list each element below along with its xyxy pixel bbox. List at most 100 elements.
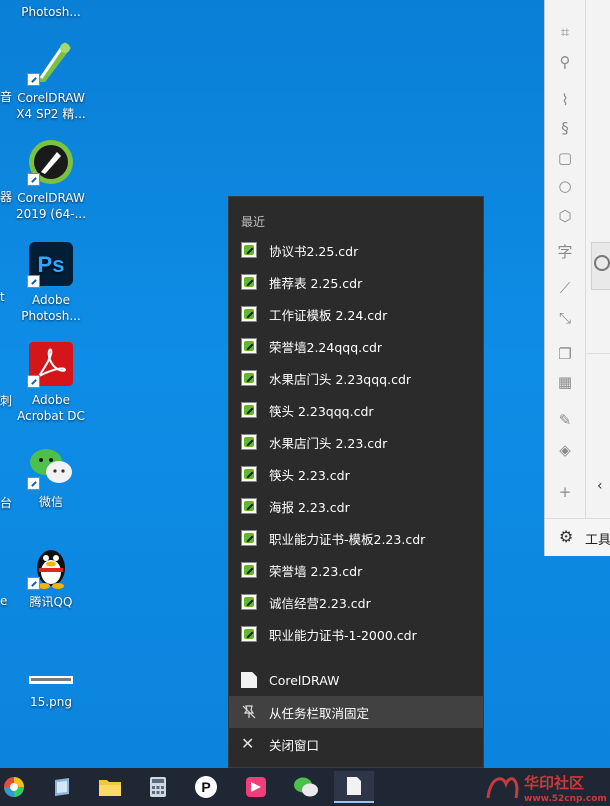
shortcut-arrow-icon	[27, 477, 40, 490]
desktop-icon-label: Photosh...	[21, 5, 81, 19]
zoom-tool-icon[interactable]: ⚲	[555, 52, 575, 72]
close-icon: ✕	[241, 734, 255, 753]
recent-file-item[interactable]: 水果店门头 2.23qqq.cdr	[229, 362, 483, 394]
docker-icon	[594, 255, 610, 271]
p-app-icon: P	[195, 776, 217, 798]
docker-tab[interactable]	[591, 242, 610, 290]
edge-label: t	[0, 290, 5, 304]
recent-file-item[interactable]: 推荐表 2.25.cdr	[229, 266, 483, 298]
wechat-icon	[294, 777, 318, 797]
cdr-file-icon	[241, 466, 257, 482]
desktop-icon-label: CorelDRAW	[17, 91, 85, 105]
desktop-icon-acrobat[interactable]: Adobe Acrobat DC	[12, 340, 90, 424]
svg-text:华印社区: 华印社区	[524, 774, 584, 792]
cdr-file-icon	[241, 434, 257, 450]
fill-tool-icon[interactable]: ◈	[555, 440, 575, 460]
cdr-file-icon	[241, 370, 257, 386]
unpin-from-taskbar-item[interactable]: 从任务栏取消固定	[229, 696, 483, 728]
desktop-icon-label: 2019 (64-...	[15, 207, 87, 221]
document-icon	[347, 777, 361, 795]
cdr-file-icon	[241, 274, 257, 290]
shortcut-arrow-icon	[27, 275, 40, 288]
desktop-icon-coreldraw-2019[interactable]: CorelDRAW 2019 (64-...	[12, 138, 90, 222]
edge-label: 台	[0, 496, 13, 510]
coreldraw-2019-icon	[27, 138, 75, 186]
desktop-icon-coreldraw-x4[interactable]: CorelDRAW X4 SP2 精...	[12, 38, 90, 122]
taskbar-jump-list: 最近 协议书2.25.cdr 推荐表 2.25.cdr 工作证模板 2.24.c…	[228, 196, 484, 768]
text-tool-icon[interactable]: 字	[555, 242, 575, 262]
taskbar-coreldraw-active[interactable]	[334, 771, 374, 803]
desktop-icon-qq[interactable]: 腾讯QQ	[12, 542, 90, 610]
folder-icon	[99, 780, 121, 796]
document-icon	[241, 672, 257, 688]
svg-text:Ps: Ps	[38, 252, 65, 277]
app-window-partial: ⌗ ⚲ ⌇ § ▢ ○ ⬡ 字 ⟋ ⤡ ❐ ▦ ✎ ◈ + ‹ ⚙ 工具	[544, 0, 610, 556]
acrobat-icon	[27, 340, 75, 388]
desktop-icon-label: Acrobat DC	[17, 409, 85, 423]
edge-label: 刺	[0, 394, 13, 408]
recent-section-title: 最近	[241, 215, 266, 229]
cdr-file-icon	[241, 338, 257, 354]
artistic-media-icon[interactable]: §	[555, 118, 575, 138]
tools-bar[interactable]: ⚙ 工具	[545, 518, 610, 555]
shortcut-arrow-icon	[27, 173, 40, 186]
collapse-arrow-icon[interactable]: ‹	[597, 478, 603, 494]
polygon-tool-icon[interactable]: ⬡	[555, 206, 575, 226]
tablet-icon	[55, 778, 69, 796]
svg-text:www.52cnp.com: www.52cnp.com	[524, 794, 607, 804]
wechat-icon	[27, 442, 75, 490]
add-tool-icon[interactable]: +	[555, 482, 575, 502]
crop-tool-icon[interactable]: ⌗	[555, 22, 575, 42]
svg-text:P: P	[201, 779, 210, 795]
desktop-icon-label: CorelDRAW	[17, 191, 85, 205]
cdr-file-icon	[241, 402, 257, 418]
open-app-item[interactable]: CorelDRAW	[229, 664, 483, 696]
eyedropper-tool-icon[interactable]: ✎	[555, 410, 575, 430]
desktop-icon-photoshop-top[interactable]: Photosh...	[12, 4, 90, 20]
recent-file-item[interactable]: 筷头 2.23qqq.cdr	[229, 394, 483, 426]
taskbar-app-tablet[interactable]	[42, 771, 82, 803]
rectangle-tool-icon[interactable]: ▢	[555, 148, 575, 168]
photoshop-icon: Ps	[27, 240, 75, 288]
recent-file-item[interactable]: 筷头 2.23.cdr	[229, 458, 483, 490]
recent-file-item[interactable]: 荣誉墙2.24qqq.cdr	[229, 330, 483, 362]
desktop-icon-label: 微信	[38, 495, 63, 509]
image-thumbnail-icon	[27, 668, 75, 690]
recent-file-item[interactable]: 职业能力证书-1-2000.cdr	[229, 618, 483, 650]
desktop-icon-label: 腾讯QQ	[29, 595, 73, 609]
connector-tool-icon[interactable]: ⤡	[555, 308, 575, 328]
recent-file-item[interactable]: 工作证模板 2.24.cdr	[229, 298, 483, 330]
taskbar-app-colorwheel[interactable]	[0, 771, 34, 803]
desktop-icon-wechat[interactable]: 微信	[12, 442, 90, 510]
taskbar-wechat[interactable]	[286, 771, 326, 803]
close-window-item[interactable]: ✕ 关闭窗口	[229, 728, 483, 760]
shortcut-arrow-icon	[27, 577, 40, 590]
coreldraw-x4-icon	[27, 38, 75, 86]
cdr-file-icon	[241, 530, 257, 546]
recent-file-item[interactable]: 协议书2.25.cdr	[229, 234, 483, 266]
dimension-tool-icon[interactable]: ⟋	[555, 278, 575, 298]
gear-icon: ⚙	[559, 527, 574, 546]
shortcut-arrow-icon	[27, 375, 40, 388]
recent-file-item[interactable]: 荣誉墙 2.23.cdr	[229, 554, 483, 586]
desktop-icon-png-file[interactable]: 15.png	[12, 668, 90, 710]
desktop-icon-label: X4 SP2 精...	[16, 107, 86, 121]
unpin-icon	[241, 704, 257, 720]
recent-file-item[interactable]: 诚信经营2.23.cdr	[229, 586, 483, 618]
edge-label: 器	[0, 190, 13, 204]
recent-file-item[interactable]: 海报 2.23.cdr	[229, 490, 483, 522]
taskbar-app-pink[interactable]	[236, 771, 276, 803]
taskbar-calculator[interactable]	[138, 771, 178, 803]
freehand-tool-icon[interactable]: ⌇	[555, 90, 575, 110]
taskbar-app-p[interactable]: P	[186, 771, 226, 803]
desktop-icon-label: Photosh...	[21, 309, 81, 323]
toolbox: ⌗ ⚲ ⌇ § ▢ ○ ⬡ 字 ⟋ ⤡ ❐ ▦ ✎ ◈ +	[545, 0, 586, 520]
transparency-tool-icon[interactable]: ▦	[555, 372, 575, 392]
recent-file-item[interactable]: 职业能力证书-模板2.23.cdr	[229, 522, 483, 554]
desktop-icon-photoshop[interactable]: Ps Adobe Photosh...	[12, 240, 90, 324]
drop-shadow-tool-icon[interactable]: ❐	[555, 344, 575, 364]
ellipse-tool-icon[interactable]: ○	[555, 176, 575, 196]
recent-file-item[interactable]: 水果店门头 2.23.cdr	[229, 426, 483, 458]
taskbar-file-explorer[interactable]	[90, 771, 130, 803]
desktop-icon-label: Adobe	[32, 393, 70, 407]
